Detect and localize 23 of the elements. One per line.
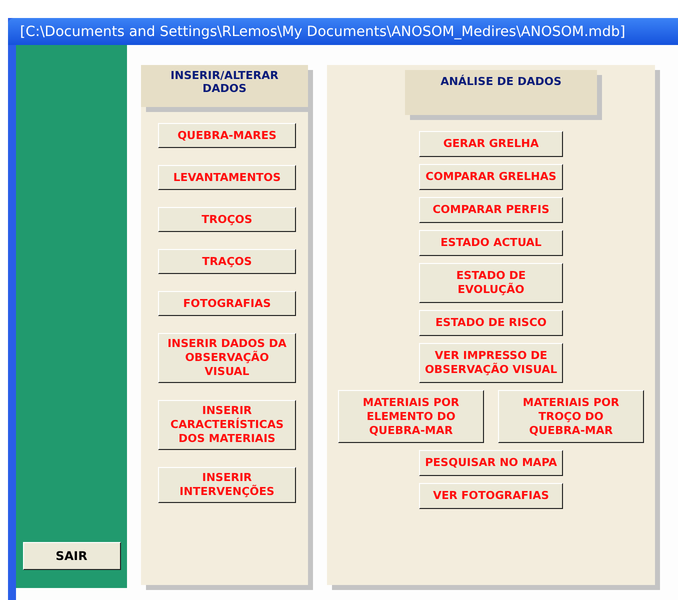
menu-button[interactable]: GERAR GRELHA: [419, 131, 563, 157]
menu-button[interactable]: VER IMPRESSO DE OBSERVAÇÃO VISUAL: [419, 343, 563, 383]
menu-button[interactable]: QUEBRA-MARES: [158, 123, 296, 148]
menu-button[interactable]: VER FOTOGRAFIAS: [419, 483, 563, 509]
menu-button[interactable]: FOTOGRAFIAS: [158, 291, 296, 316]
menu-button[interactable]: MATERIAIS POR TROÇO DO QUEBRA-MAR: [498, 390, 644, 443]
panel-header: INSERIR/ALTERAR DADOS: [141, 65, 308, 107]
menu-button[interactable]: INSERIR CARACTERÍSTICAS DOS MATERIAIS: [158, 400, 296, 450]
menu-button[interactable]: ESTADO DE RISCO: [419, 310, 563, 336]
menu-button[interactable]: LEVANTAMENTOS: [158, 165, 296, 190]
menu-button[interactable]: TROÇOS: [158, 207, 296, 232]
window-title: [C:\Documents and Settings\RLemos\My Documents\ANOSOM_Medires\ANOSOM.mdb]: [20, 24, 626, 40]
menu-button[interactable]: COMPARAR PERFIS: [419, 197, 563, 223]
menu-button[interactable]: TRAÇOS: [158, 249, 296, 274]
menu-button[interactable]: INSERIR DADOS DA OBSERVAÇÃO VISUAL: [158, 333, 296, 383]
exit-button[interactable]: SAIR: [22, 542, 120, 570]
menu-button[interactable]: MATERIAIS POR ELEMENTO DO QUEBRA-MAR: [338, 390, 484, 443]
menu-button[interactable]: ESTADO DE EVOLUÇÃO: [419, 263, 563, 303]
menu-button[interactable]: ESTADO ACTUAL: [419, 230, 563, 256]
menu-button[interactable]: INSERIR INTERVENÇÕES: [158, 467, 296, 503]
menu-button[interactable]: PESQUISAR NO MAPA: [419, 450, 563, 476]
menu-button[interactable]: COMPARAR GRELHAS: [419, 164, 563, 190]
panel-header: ANÁLISE DE DADOS: [405, 70, 597, 115]
